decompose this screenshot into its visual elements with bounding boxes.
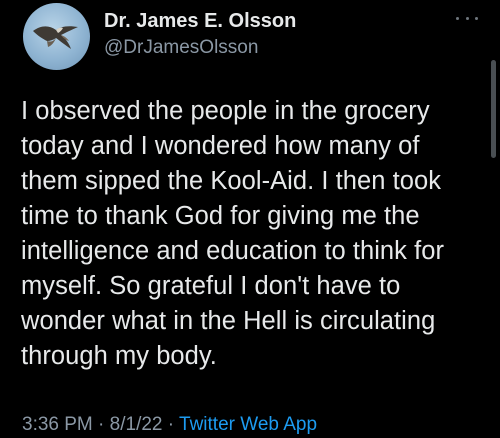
display-name[interactable]: Dr. James E. Olsson bbox=[104, 10, 296, 33]
tweet-text-line: I observed the people in the grocery bbox=[21, 97, 430, 125]
tweet-meta: 3:36 PM · 8/1/22 · Twitter Web App bbox=[22, 414, 317, 436]
scrollbar[interactable] bbox=[491, 60, 496, 158]
meta-separator: · bbox=[167, 414, 175, 435]
tweet-text-line: time to thank God for giving me the bbox=[21, 202, 420, 230]
user-handle[interactable]: @DrJamesOlsson bbox=[104, 37, 258, 59]
avatar[interactable] bbox=[23, 3, 90, 70]
more-options-icon bbox=[456, 16, 459, 20]
meta-separator: · bbox=[98, 414, 105, 435]
tweet-source-link[interactable]: Twitter Web App bbox=[179, 414, 317, 435]
tweet-text: I observed the people in the grocery tod… bbox=[21, 94, 489, 374]
more-options-icon-dot bbox=[465, 16, 469, 20]
tweet-time[interactable]: 3:36 PM bbox=[22, 414, 93, 435]
more-options-button[interactable] bbox=[456, 12, 478, 24]
tweet-text-line: today and I wondered how many of bbox=[21, 132, 420, 160]
tweet-text-line: intelligence and education to think for bbox=[21, 237, 444, 265]
bird-avatar-icon bbox=[33, 26, 78, 49]
tweet-text-line: through my body. bbox=[21, 342, 217, 370]
more-options-icon-dot bbox=[475, 16, 478, 20]
tweet-text-line: them sipped the Kool-Aid. I then took bbox=[21, 167, 442, 195]
tweet-date[interactable]: 8/1/22 bbox=[110, 414, 163, 435]
tweet-text-line: myself. So grateful I don't have to bbox=[21, 272, 401, 300]
tweet-text-line: wonder what in the Hell is circulating bbox=[21, 307, 436, 335]
